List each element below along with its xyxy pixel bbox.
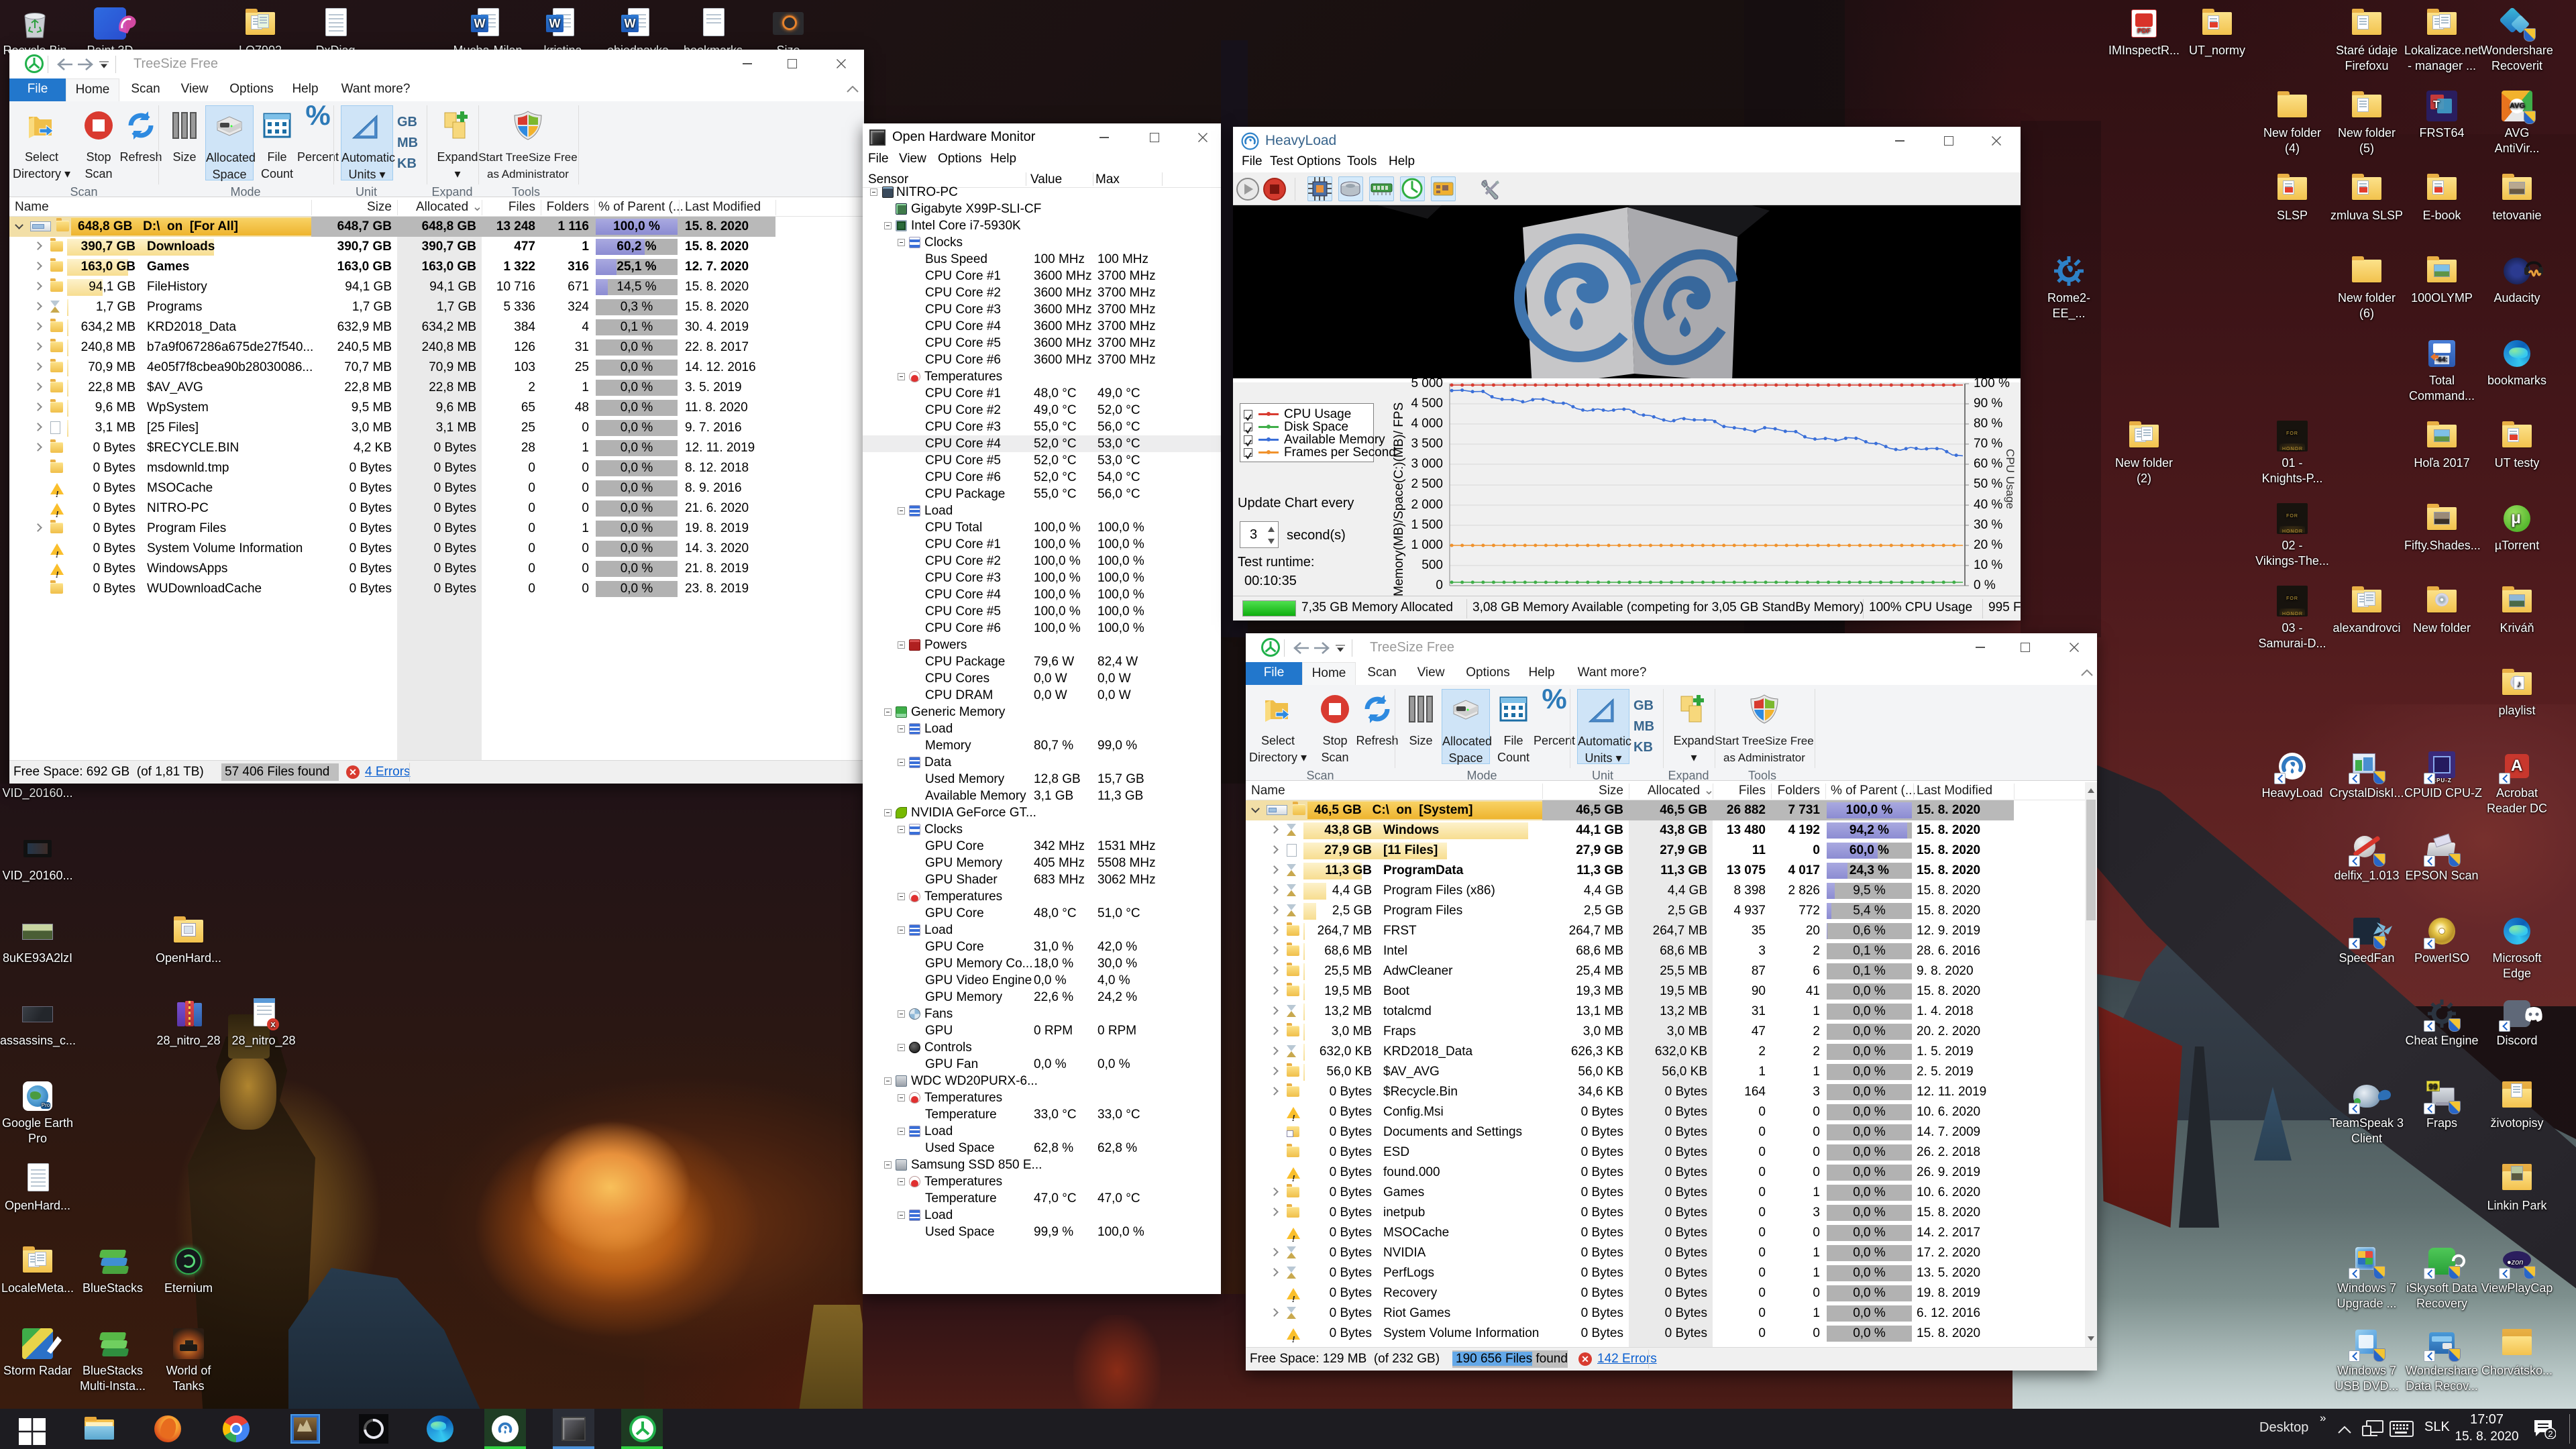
svg-text:2: 2 (2548, 1429, 2553, 1439)
